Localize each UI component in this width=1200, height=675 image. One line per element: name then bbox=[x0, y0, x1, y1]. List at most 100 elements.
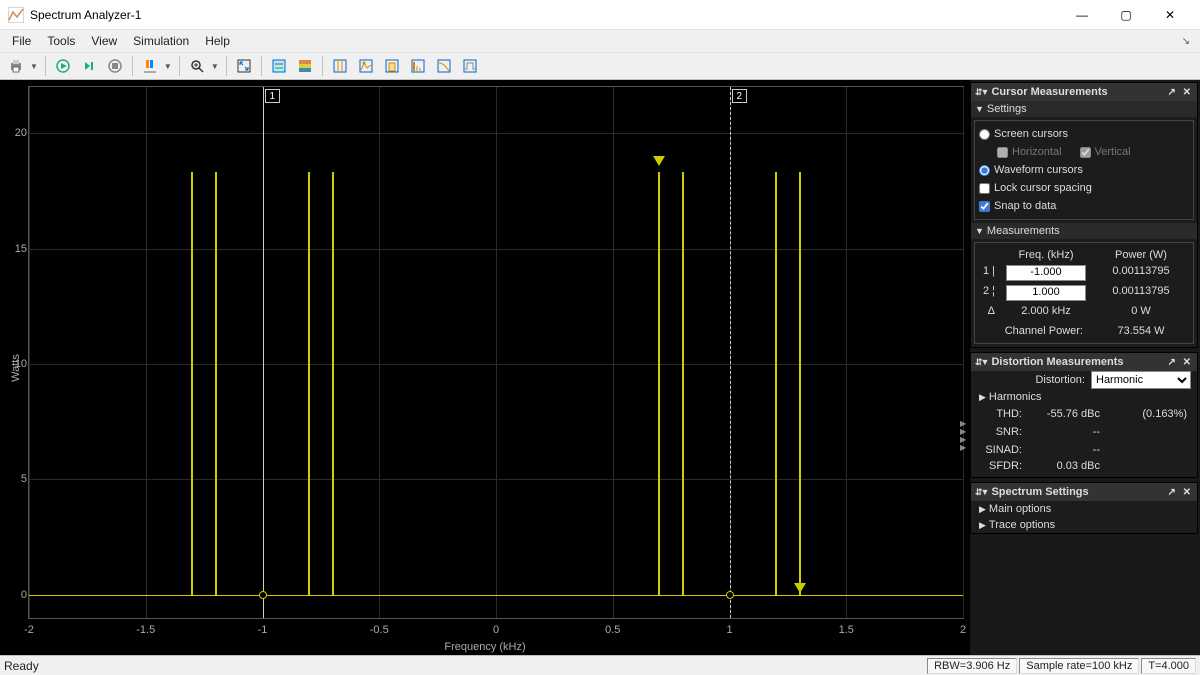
menubar: File Tools View Simulation Help ↘ bbox=[0, 30, 1200, 52]
app-icon bbox=[8, 7, 24, 23]
highlight-dropdown-icon[interactable]: ▼ bbox=[162, 62, 174, 71]
panel-undock-close-icon[interactable]: ↗ ✕ bbox=[1167, 87, 1193, 98]
cursor-2-row: 2 ¦ 1.000 0.00113795 bbox=[977, 283, 1191, 303]
status-rbw: RBW=3.906 Hz bbox=[927, 658, 1017, 674]
peak-marker-2[interactable] bbox=[794, 583, 806, 593]
distortion-panel: ⇵▼ Distortion Measurements ↗ ✕ Distortio… bbox=[970, 352, 1198, 478]
close-button[interactable]: ✕ bbox=[1148, 0, 1192, 30]
zoom-dropdown-icon[interactable]: ▼ bbox=[209, 62, 221, 71]
distortion-select[interactable]: Harmonic bbox=[1091, 371, 1191, 389]
main-area: Watts Frequency (kHz) -2-1.5-1-0.500.511… bbox=[0, 80, 1200, 655]
spectrum-spike bbox=[775, 172, 777, 594]
delta-row: Δ 2.000 kHz 0 W bbox=[977, 303, 1191, 319]
x-tick: 1.5 bbox=[839, 624, 854, 636]
window-title: Spectrum Analyzer-1 bbox=[30, 8, 1060, 22]
cursor-line-2[interactable] bbox=[730, 87, 731, 618]
harmonics-toggle[interactable]: ▶Harmonics bbox=[971, 389, 1197, 405]
header-toggle-icon[interactable]: ⇵▼ bbox=[975, 357, 987, 368]
toolbar: ▼ ▼ ▼ bbox=[0, 52, 1200, 80]
spectrogram-button[interactable] bbox=[293, 55, 317, 77]
header-toggle-icon[interactable]: ⇵▼ bbox=[975, 487, 987, 498]
x-tick: -0.5 bbox=[370, 624, 389, 636]
screen-cursors-radio[interactable]: Screen cursors bbox=[979, 125, 1189, 143]
print-button[interactable] bbox=[4, 55, 28, 77]
cursor-label-1[interactable]: 1 bbox=[265, 89, 281, 103]
spectrum-panel-header[interactable]: ⇵▼ Spectrum Settings ↗ ✕ bbox=[971, 483, 1197, 501]
spectrum-spike bbox=[682, 172, 684, 594]
spectrum-spike bbox=[308, 172, 310, 594]
y-tick: 20 bbox=[5, 127, 27, 139]
y-tick: 15 bbox=[5, 243, 27, 255]
menu-file[interactable]: File bbox=[4, 32, 39, 50]
right-panels: ▶▶▶▶ ⇵▼ Cursor Measurements ↗ ✕ ▼Setting… bbox=[970, 80, 1200, 655]
snap-to-data-checkbox[interactable]: Snap to data bbox=[979, 197, 1189, 215]
status-sample-rate: Sample rate=100 kHz bbox=[1019, 658, 1139, 674]
y-tick: 10 bbox=[5, 358, 27, 370]
cursor-dot-2[interactable] bbox=[726, 591, 734, 599]
channel-meas-button[interactable] bbox=[380, 55, 404, 77]
menu-tools[interactable]: Tools bbox=[39, 32, 83, 50]
meas-header-row: Freq. (kHz) Power (W) bbox=[977, 247, 1191, 263]
x-tick: -2 bbox=[24, 624, 34, 636]
cursor-measurements-panel: ⇵▼ Cursor Measurements ↗ ✕ ▼Settings Scr… bbox=[970, 82, 1198, 348]
panel-undock-close-icon[interactable]: ↗ ✕ bbox=[1167, 487, 1193, 498]
y-tick: 0 bbox=[5, 589, 27, 601]
x-tick: -1.5 bbox=[136, 624, 155, 636]
print-dropdown-icon[interactable]: ▼ bbox=[28, 62, 40, 71]
plot-canvas[interactable]: -2-1.5-1-0.500.511.520510152012 bbox=[28, 86, 964, 619]
cursor-dot-1[interactable] bbox=[259, 591, 267, 599]
plot-area[interactable]: Watts Frequency (kHz) -2-1.5-1-0.500.511… bbox=[0, 80, 970, 655]
x-tick: 0.5 bbox=[605, 624, 620, 636]
spectrum-spike bbox=[658, 172, 660, 594]
spectral-mask-button[interactable] bbox=[458, 55, 482, 77]
stop-button[interactable] bbox=[103, 55, 127, 77]
spectrum-spike bbox=[799, 172, 801, 594]
cursor-line-1[interactable] bbox=[263, 87, 264, 618]
cursor-panel-header[interactable]: ⇵▼ Cursor Measurements ↗ ✕ bbox=[971, 83, 1197, 101]
cursor-1-freq-input[interactable]: -1.000 bbox=[1006, 265, 1086, 281]
ccdf-button[interactable] bbox=[432, 55, 456, 77]
menu-help[interactable]: Help bbox=[197, 32, 238, 50]
panel-collapse-arrows[interactable]: ▶▶▶▶ bbox=[960, 420, 970, 452]
minimize-button[interactable]: — bbox=[1060, 0, 1104, 30]
run-button[interactable] bbox=[51, 55, 75, 77]
zoom-button[interactable] bbox=[185, 55, 209, 77]
autoscale-button[interactable] bbox=[232, 55, 256, 77]
peak-finder-button[interactable] bbox=[354, 55, 378, 77]
status-ready: Ready bbox=[4, 659, 925, 673]
cursor-1-row: 1 | -1.000 0.00113795 bbox=[977, 263, 1191, 283]
status-t: T=4.000 bbox=[1141, 658, 1196, 674]
maximize-button[interactable]: ▢ bbox=[1104, 0, 1148, 30]
channel-power-row: Channel Power: 73.554 W bbox=[977, 319, 1191, 339]
spectrum-spike bbox=[191, 172, 193, 594]
trace-options-toggle[interactable]: ▶Trace options bbox=[971, 517, 1197, 533]
x-tick: 2 bbox=[960, 624, 966, 636]
spectrum-spike bbox=[215, 172, 217, 594]
cursor-settings-header[interactable]: ▼Settings bbox=[971, 101, 1197, 117]
cursor-2-freq-input[interactable]: 1.000 bbox=[1006, 285, 1086, 301]
menu-simulation[interactable]: Simulation bbox=[125, 32, 197, 50]
x-tick: -1 bbox=[258, 624, 268, 636]
cursors-tool-button[interactable] bbox=[328, 55, 352, 77]
distortion-button[interactable] bbox=[406, 55, 430, 77]
distortion-panel-header[interactable]: ⇵▼ Distortion Measurements ↗ ✕ bbox=[971, 353, 1197, 371]
peak-marker-1[interactable] bbox=[653, 156, 665, 166]
horizontal-checkbox[interactable]: Horizontal Vertical bbox=[979, 143, 1189, 161]
sinad-row: SINAD:-- bbox=[971, 441, 1197, 459]
titlebar: Spectrum Analyzer-1 — ▢ ✕ bbox=[0, 0, 1200, 30]
menu-view[interactable]: View bbox=[83, 32, 125, 50]
lock-spacing-checkbox[interactable]: Lock cursor spacing bbox=[979, 179, 1189, 197]
thd-row: THD:-55.76 dBc(0.163%) bbox=[971, 405, 1197, 423]
step-button[interactable] bbox=[77, 55, 101, 77]
panel-undock-close-icon[interactable]: ↗ ✕ bbox=[1167, 357, 1193, 368]
highlight-button[interactable] bbox=[138, 55, 162, 77]
waveform-cursors-radio[interactable]: Waveform cursors bbox=[979, 161, 1189, 179]
x-tick: 1 bbox=[726, 624, 732, 636]
header-toggle-icon[interactable]: ⇵▼ bbox=[975, 87, 987, 98]
cursor-measurements-header[interactable]: ▼Measurements bbox=[971, 223, 1197, 239]
sfdr-row: SFDR:0.03 dBc bbox=[971, 459, 1197, 477]
toolbar-expand-icon[interactable]: ↘ bbox=[1176, 36, 1196, 47]
cursor-label-2[interactable]: 2 bbox=[732, 89, 748, 103]
main-options-toggle[interactable]: ▶Main options bbox=[971, 501, 1197, 517]
legend-button[interactable] bbox=[267, 55, 291, 77]
